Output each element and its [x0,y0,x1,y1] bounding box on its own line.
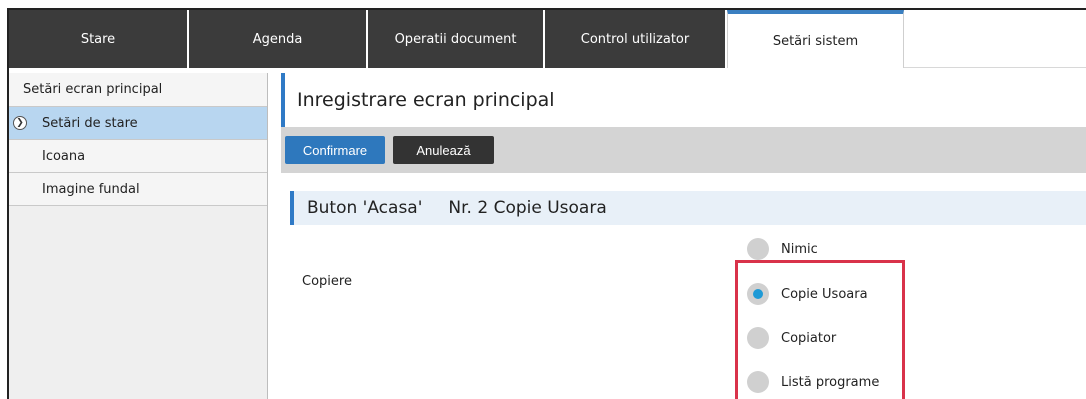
toolbar: Confirmare Anulează [281,127,1086,173]
section-header: Buton 'Acasa' Nr. 2 Copie Usoara [290,191,1086,225]
sidebar: Setări ecran principal ❯ Setări de stare… [9,73,268,399]
tab-stare[interactable]: Stare [9,10,189,68]
sidebar-header-label: Setări ecran principal [23,82,163,97]
main-panel: Inregistrare ecran principal Confirmare … [269,73,1086,399]
radio-button[interactable] [747,371,769,393]
tab-label: Agenda [252,31,303,47]
chevron-right-icon: ❯ [13,116,27,130]
sidebar-item-label: Icoana [42,148,86,164]
section-label: Buton 'Acasa' [307,198,423,218]
tab-label: Stare [80,31,116,47]
radio-button[interactable] [747,238,769,260]
tab-operatii-document[interactable]: Operatii document [368,10,545,68]
radio-button-selected[interactable] [747,283,769,305]
tab-control-utilizator[interactable]: Control utilizator [545,10,727,68]
radio-label: Copiator [781,330,837,346]
tab-bar: Stare Agenda Operatii document Control u… [9,10,1086,68]
radio-option-nimic[interactable]: Nimic [747,237,818,261]
cancel-button[interactable]: Anulează [393,136,494,164]
radio-option-copie-usoara[interactable]: Copie Usoara [747,282,868,306]
sidebar-item-label: Imagine fundal [42,181,140,197]
tab-bar-filler [904,10,1086,68]
sidebar-item-setari-de-stare[interactable]: ❯ Setări de stare [9,107,267,140]
radio-button[interactable] [747,327,769,349]
confirm-button[interactable]: Confirmare [285,136,385,164]
tab-setari-sistem[interactable]: Setări sistem [727,10,904,68]
sidebar-item-label: Setări de stare [42,115,138,131]
sidebar-item-imagine-fundal[interactable]: Imagine fundal [9,173,267,206]
radio-option-lista-programe[interactable]: Listă programe [747,370,879,394]
page-title: Inregistrare ecran principal [281,73,1086,127]
app-frame: Stare Agenda Operatii document Control u… [7,8,1086,399]
tab-label: Control utilizator [580,31,690,47]
section-value: Nr. 2 Copie Usoara [448,198,607,218]
tab-label: Operatii document [394,31,517,47]
radio-label: Listă programe [781,374,880,390]
sidebar-header[interactable]: Setări ecran principal [9,73,267,107]
tab-label: Setări sistem [772,33,859,49]
radio-label: Nimic [781,241,818,257]
sidebar-item-icoana[interactable]: Icoana [9,140,267,173]
radio-option-copiator[interactable]: Copiator [747,326,836,350]
copiere-field-label: Copiere [302,274,352,289]
radio-label: Copie Usoara [781,286,868,302]
tab-agenda[interactable]: Agenda [189,10,368,68]
